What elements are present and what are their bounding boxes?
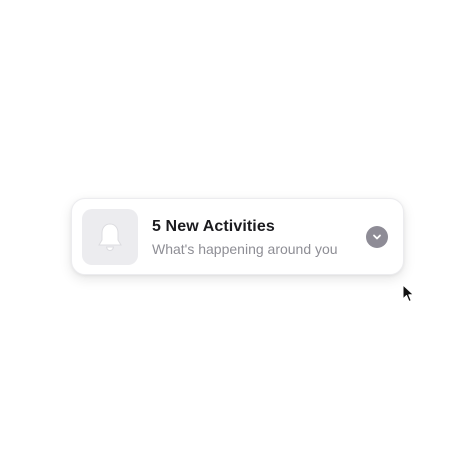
expand-button[interactable] (366, 226, 388, 248)
notification-subtitle: What's happening around you (152, 241, 338, 257)
chevron-down-icon (371, 231, 383, 243)
notification-card[interactable]: 5 New Activities What's happening around… (71, 198, 404, 275)
bell-icon (96, 221, 124, 253)
canvas: 5 New Activities What's happening around… (0, 0, 474, 474)
notification-title: 5 New Activities (152, 218, 275, 235)
mouse-pointer-icon (402, 284, 416, 304)
notification-icon-tile (82, 209, 138, 265)
